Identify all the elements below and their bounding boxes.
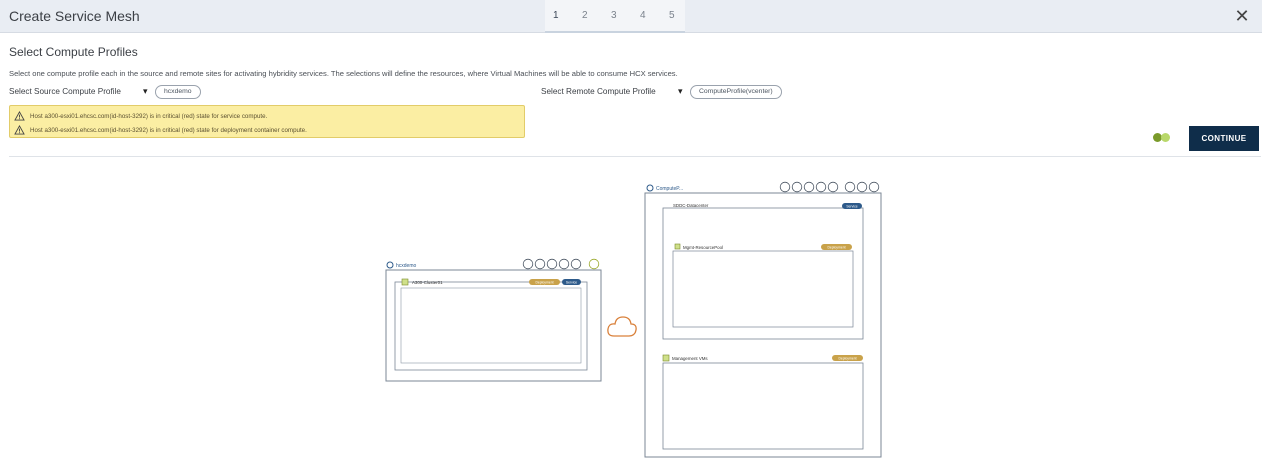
service-icons (779, 181, 880, 193)
profile-icon (386, 261, 394, 269)
source-profile-name: hcxdemo (396, 263, 417, 269)
badge-label: Service (846, 205, 857, 209)
folder-icon (662, 354, 670, 362)
badge-label: Deployment (838, 357, 856, 361)
source-profile-card[interactable]: hcxdemo A300-Cluster01 Deployment Servic… (385, 258, 602, 382)
cluster-icon (401, 278, 409, 286)
service-icons (522, 258, 600, 270)
remote-profile-card[interactable]: ComputeP... SDDC-Datacenter Service Mgmt… (644, 181, 882, 458)
remote-profile-name: ComputeP... (656, 186, 683, 192)
datacenter-name: SDDC-Datacenter (673, 203, 709, 208)
badge-label: Deployment (827, 246, 845, 250)
badge-label: Deployment (535, 281, 553, 285)
resource-pool-name: Mgmt-ResourcePool (683, 245, 723, 250)
cloud-icon (607, 316, 637, 337)
profile-icon (646, 184, 654, 192)
topology-diagram: hcxdemo A300-Cluster01 Deployment Servic… (385, 181, 882, 458)
badge-label: Service (566, 281, 577, 285)
cluster-name: A300-Cluster01 (412, 280, 443, 285)
resource-pool-icon (674, 243, 681, 250)
management-name: Management VMs (672, 356, 708, 361)
